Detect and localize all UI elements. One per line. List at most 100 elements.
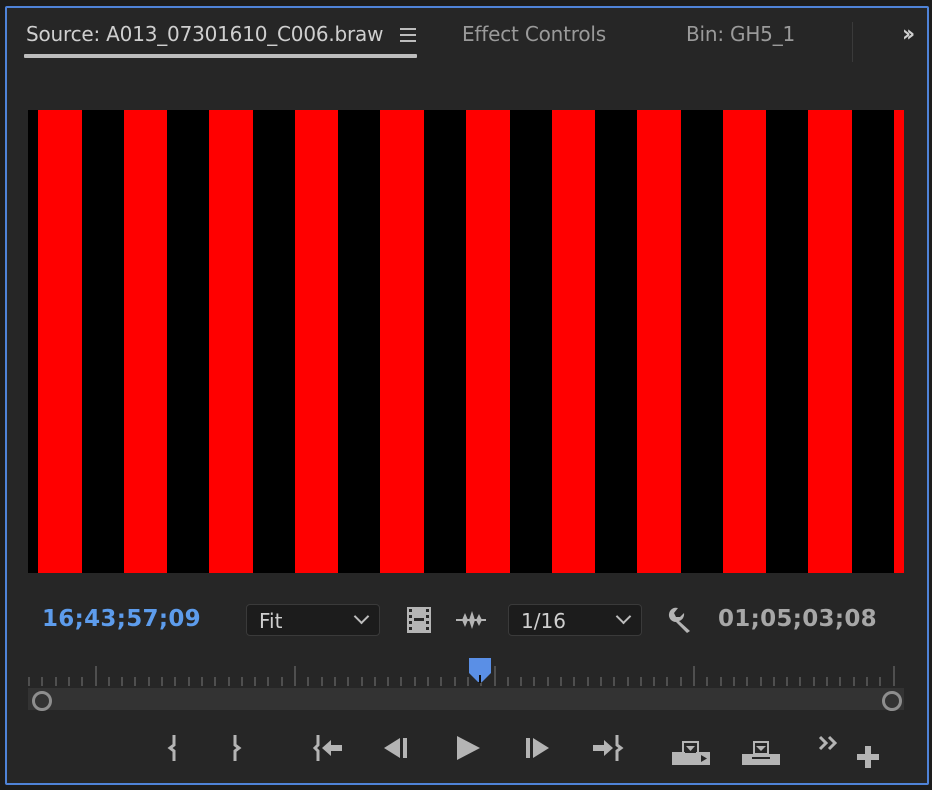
audio-waveform-icon[interactable] [456,610,486,630]
wrench-icon[interactable] [666,606,694,634]
go-to-out-icon [593,735,624,761]
overwrite-icon [742,741,780,765]
red-stripe [722,110,767,573]
red-stripe [380,110,424,573]
zoom-level-value: Fit [259,609,283,633]
playback-resolution-value: 1/16 [521,609,566,633]
playback-resolution-select[interactable]: 1/16 [508,604,642,636]
minor-tick [227,677,230,686]
red-stripe [551,110,596,573]
minor-tick [732,677,735,686]
minor-tick [54,677,57,686]
minor-tick [826,677,828,686]
minor-tick [586,677,589,686]
minor-tick [187,677,190,686]
minor-tick [839,677,842,686]
minor-tick [719,677,722,686]
minor-tick [506,677,509,686]
minor-tick [214,677,217,686]
insert-button[interactable] [672,740,712,766]
zoom-handle-left[interactable] [32,691,52,711]
plus-icon [857,746,879,768]
minor-tick [254,677,257,686]
overwrite-button[interactable] [742,740,782,766]
insert-icon [672,741,710,765]
minor-tick [560,677,562,686]
minor-tick [373,677,376,686]
mark-out-icon [233,735,242,761]
tab-bin[interactable]: Bin: GH5_1 [686,22,795,46]
source-monitor-panel: Source: A013_07301610_C006.braw Effect C… [5,6,929,785]
major-tick [493,666,496,686]
go-to-in-button[interactable] [312,734,348,762]
go-to-out-button[interactable] [591,734,627,762]
tab-overflow-icon[interactable]: ›› [902,22,915,47]
panel-menu-icon[interactable] [400,28,416,42]
tab-effect-controls[interactable]: Effect Controls [462,22,606,46]
minor-tick [161,677,163,686]
mark-out-button[interactable] [229,734,245,762]
minor-tick [147,677,150,686]
minor-tick [360,677,363,686]
minor-tick [280,677,283,686]
minor-tick [533,677,536,686]
minor-tick [440,677,443,686]
red-stripe [466,110,510,573]
active-tab-indicator [24,54,417,58]
minor-tick [746,677,749,686]
tab-divider [852,22,853,62]
minor-tick [347,677,350,686]
minor-tick [333,677,336,686]
minor-tick [639,677,642,686]
minor-tick [759,677,762,686]
major-tick [94,666,97,686]
duration-timecode: 01;05;03;08 [718,606,877,632]
minor-tick [41,677,44,686]
red-stripe [209,110,253,573]
red-stripe [38,110,82,573]
minor-tick [107,677,110,686]
minor-tick [852,677,855,686]
current-timecode[interactable]: 16;43;57;09 [42,606,201,632]
minor-tick [679,677,682,686]
minor-tick [573,677,576,686]
minor-tick [67,677,70,686]
zoom-handle-right[interactable] [882,691,902,711]
playhead[interactable] [469,658,491,683]
minor-tick [879,677,882,686]
zoom-scroll-bar[interactable] [28,688,904,710]
red-stripe [123,110,168,573]
film-strip-icon[interactable] [406,606,432,634]
step-forward-icon [526,738,549,758]
minor-tick [799,677,802,686]
major-tick [294,666,296,686]
tab-bar: Source: A013_07301610_C006.braw Effect C… [7,8,927,66]
minor-tick [200,677,203,686]
minor-tick [546,677,549,686]
minor-tick [626,677,629,686]
minor-tick [267,677,270,686]
more-controls-button[interactable] [818,735,840,751]
red-stripe [894,110,904,573]
major-tick [693,666,695,686]
double-chevron-right-icon [818,735,838,751]
step-forward-button[interactable] [524,736,552,760]
minor-tick [427,677,429,686]
tab-source[interactable]: Source: A013_07301610_C006.braw [26,22,383,46]
play-icon [457,736,480,760]
mark-in-button[interactable] [166,734,182,762]
minor-tick [413,677,416,686]
zoom-level-select[interactable]: Fit [246,604,380,636]
button-editor-button[interactable] [857,746,879,768]
minor-tick [174,677,177,686]
time-ruler[interactable] [28,658,904,686]
chevron-down-icon [353,608,370,625]
video-preview[interactable] [28,110,904,573]
minor-tick [453,677,456,686]
step-back-button[interactable] [382,736,410,760]
play-button[interactable] [454,734,482,762]
minor-tick [320,677,323,686]
minor-tick [28,677,30,686]
red-stripe [808,110,852,573]
minor-tick [134,677,137,686]
